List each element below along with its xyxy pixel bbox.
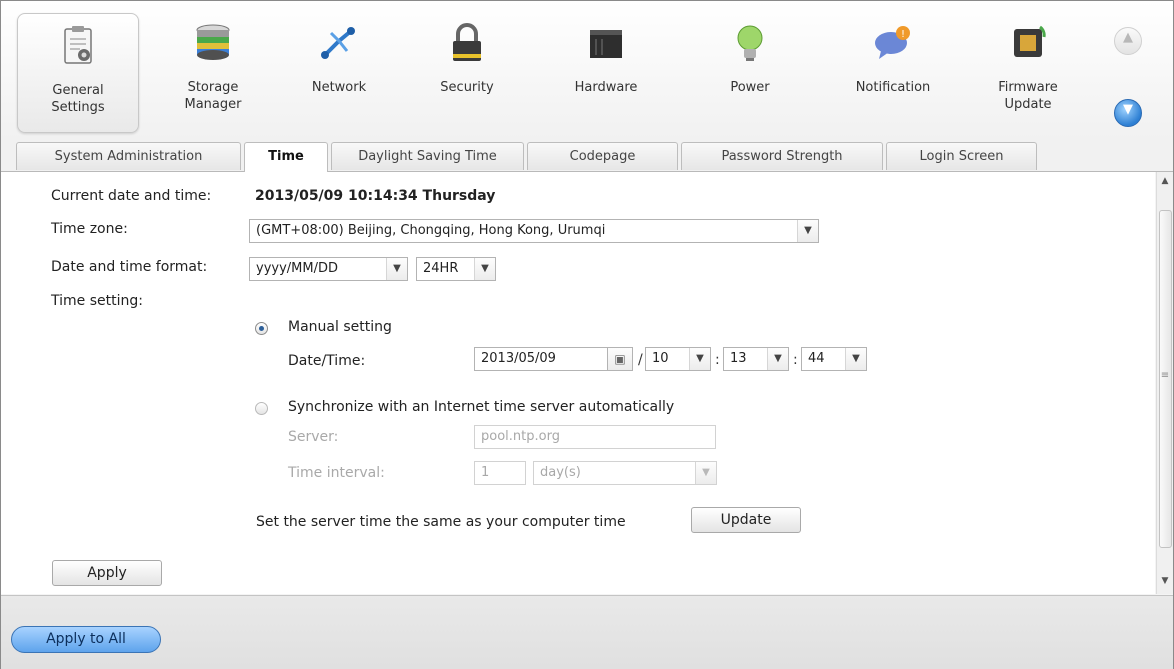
time-zone-label: Time zone: [51,221,128,237]
svg-text:!: ! [901,29,905,40]
calendar-icon[interactable]: ▣ [607,347,633,371]
toolbar-scroll-up-button[interactable]: ▲ [1114,27,1142,55]
computer-time-label: Set the server time the same as your com… [256,514,626,530]
toolbar-item-label: General Settings [51,83,105,115]
lightbulb-icon [737,25,763,61]
tab-password-strength[interactable]: Password Strength [681,142,883,170]
chevron-down-icon: ▼ [695,462,716,484]
server-label: Server: [288,429,339,445]
chevron-down-icon: ▼ [767,348,788,370]
scroll-up-arrow-icon[interactable]: ▲ [1157,176,1173,186]
tab-system-administration[interactable]: System Administration [16,142,241,170]
minute-value: 13 [730,351,747,366]
toolbar-item-firmware-update[interactable]: Firmware Update [968,11,1088,133]
time-format-value: 24HR [423,261,459,276]
notification-bubble-icon: ! [875,26,910,59]
toolbar-item-hardware[interactable]: Hardware [546,11,666,133]
current-datetime-value: 2013/05/09 10:14:34 Thursday [255,188,496,204]
date-separator: / [638,352,643,368]
chevron-down-icon: ▼ [797,220,818,242]
toolbar-item-storage-manager[interactable]: Storage Manager [153,11,273,133]
storage-manager-icon [196,24,230,60]
toolbar-item-label: Firmware Update [998,80,1058,112]
update-button[interactable]: Update [691,507,801,533]
toolbar-item-power[interactable]: Power [690,11,810,133]
toolbar-item-label: Power [730,80,770,95]
tab-daylight-saving-time[interactable]: Daylight Saving Time [331,142,524,170]
vertical-scrollbar[interactable]: ▲ ≡ ▼ [1156,172,1173,594]
apply-button[interactable]: Apply [52,560,162,586]
chevron-up-icon: ▲ [1123,30,1133,45]
hardware-icon [590,30,622,58]
scrollbar-grip-icon: ≡ [1160,370,1170,381]
chevron-down-icon: ▼ [1123,102,1133,117]
chevron-down-icon: ▼ [845,348,866,370]
time-interval-unit-select[interactable]: day(s) ▼ [533,461,717,485]
manual-setting-label[interactable]: Manual setting [288,319,392,335]
sync-internet-radio[interactable] [255,402,268,415]
date-input[interactable]: 2013/05/09 [474,347,608,371]
server-input[interactable]: pool.ntp.org [474,425,716,449]
chevron-down-icon: ▼ [386,258,407,280]
toolbar-scroll-down-button[interactable]: ▼ [1114,99,1142,127]
chevron-down-icon: ▼ [689,348,710,370]
hour-select[interactable]: 10 ▼ [645,347,711,371]
footer-bar: Apply to All [1,595,1173,669]
general-settings-icon [64,26,92,64]
time-setting-label: Time setting: [51,293,143,309]
sync-internet-label[interactable]: Synchronize with an Internet time server… [288,399,674,415]
firmware-chip-icon [1014,25,1046,57]
date-time-format-label: Date and time format: [51,259,208,275]
time-interval-label: Time interval: [288,465,385,481]
tab-time[interactable]: Time [244,142,328,172]
toolbar-item-general-settings[interactable]: General Settings [17,13,139,133]
time-zone-value: (GMT+08:00) Beijing, Chongqing, Hong Kon… [256,223,606,238]
network-icon [321,27,355,59]
toolbar-item-label: Hardware [574,80,638,95]
tab-login-screen[interactable]: Login Screen [886,142,1037,170]
time-interval-value: 1 [481,465,490,480]
time-zone-select[interactable]: (GMT+08:00) Beijing, Chongqing, Hong Kon… [249,219,819,243]
toolbar-item-label: Network [311,80,367,95]
toolbar-item-security[interactable]: Security [407,11,527,133]
toolbar-item-network[interactable]: Network [279,11,399,133]
toolbar-item-notification[interactable]: ! Notification [833,11,953,133]
toolbar-item-label: Security [440,80,494,95]
hour-value: 10 [652,351,669,366]
manual-setting-radio[interactable] [255,322,268,335]
date-format-value: yyyy/MM/DD [256,261,338,276]
time-format-select[interactable]: 24HR ▼ [416,257,496,281]
date-input-value: 2013/05/09 [481,351,556,366]
minute-select[interactable]: 13 ▼ [723,347,789,371]
time-separator: : [715,352,720,368]
top-toolbar: General Settings Storage Manager Network… [1,1,1173,139]
second-value: 44 [808,351,825,366]
apply-to-all-button[interactable]: Apply to All [11,626,161,653]
chevron-down-icon: ▼ [474,258,495,280]
lock-icon [453,23,481,61]
time-interval-input[interactable]: 1 [474,461,526,485]
toolbar-item-label: Storage Manager [184,80,242,112]
current-datetime-label: Current date and time: [51,188,212,204]
second-select[interactable]: 44 ▼ [801,347,867,371]
scroll-down-arrow-icon[interactable]: ▼ [1157,576,1173,586]
time-interval-unit-value: day(s) [540,465,581,480]
time-separator: : [793,352,798,368]
tab-codepage[interactable]: Codepage [527,142,678,170]
date-time-label: Date/Time: [288,353,366,369]
date-format-select[interactable]: yyyy/MM/DD ▼ [249,257,408,281]
toolbar-item-label: Notification [855,80,931,95]
tab-bar: System Administration Time Daylight Savi… [1,139,1173,172]
server-input-value: pool.ntp.org [481,429,560,444]
